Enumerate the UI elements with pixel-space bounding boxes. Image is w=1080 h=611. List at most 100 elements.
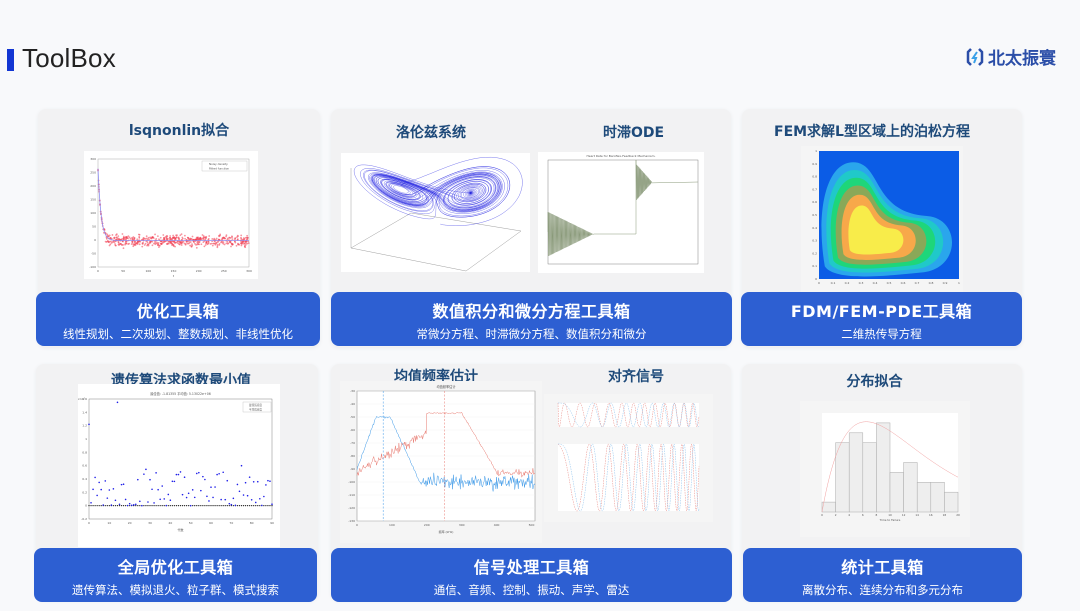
- x-tick-label: 0.7: [915, 281, 920, 285]
- x-axis-label: 代数: [177, 527, 183, 532]
- histogram-bar: [903, 462, 918, 513]
- histogram-bar: [876, 422, 891, 513]
- best-fitness-point: [232, 505, 234, 507]
- toolbox-banner-ode[interactable]: 数值积分和微分方程工具箱 常微分方程、时滞微分方程、数值积分和微分: [331, 292, 732, 346]
- mean-fitness-point: [222, 471, 224, 474]
- mean-fitness-point: [240, 464, 243, 467]
- histogram-bar: [930, 482, 945, 513]
- mean-fitness-point: [220, 498, 222, 501]
- mean-fitness-point: [132, 504, 135, 506]
- data-point: [210, 242, 213, 245]
- data-point: [221, 237, 224, 239]
- mean-fitness-point: [94, 476, 96, 479]
- mean-fitness-point: [228, 502, 231, 505]
- banner-title: 信号处理工具箱: [473, 558, 590, 577]
- data-point: [240, 236, 242, 239]
- plot-axes: [88, 398, 273, 520]
- x-tick-label: 0.8: [929, 281, 934, 285]
- best-fitness-point: [118, 505, 121, 507]
- histogram-bar: [889, 472, 904, 513]
- data-point: [246, 238, 249, 241]
- best-fitness-point: [242, 505, 245, 507]
- mean-fitness-point: [161, 485, 163, 487]
- best-fitness-point: [98, 505, 100, 507]
- banner-subtitle: 遗传算法、模拟退火、粒子群、模式搜索: [72, 583, 279, 597]
- data-point: [184, 237, 186, 240]
- toolbox-banner-optimization[interactable]: 优化工具箱 线性规划、二次规划、整数规划、非线性优化: [36, 292, 320, 346]
- data-point: [175, 236, 178, 239]
- mean-fitness-point: [212, 496, 214, 499]
- data-point: [147, 244, 150, 247]
- y-tick-label: 1.4: [82, 410, 87, 414]
- data-point: [131, 241, 134, 244]
- data-point: [174, 241, 176, 244]
- y-tick-label: -100: [348, 480, 355, 484]
- mean-fitness-point: [252, 480, 255, 483]
- y-tick-label: 0.8: [812, 175, 817, 179]
- best-fitness-point: [108, 505, 110, 507]
- toolbox-banner-global-opt[interactable]: 全局优化工具箱 遗传算法、模拟退火、粒子群、模式搜索: [34, 548, 317, 602]
- toolbox-banner-stats[interactable]: 统计工具箱 离散分布、连续分布和多元分布: [743, 548, 1022, 602]
- best-fitness-point: [169, 505, 171, 507]
- best-fitness-point: [200, 505, 202, 507]
- y-tick-label: 1.2: [82, 424, 87, 428]
- best-fitness-point: [244, 505, 247, 507]
- histogram-bar: [835, 442, 850, 513]
- best-fitness-point: [183, 505, 186, 507]
- x-tick-label: 300: [246, 269, 252, 273]
- best-fitness-point: [220, 505, 222, 507]
- best-fitness-point: [88, 505, 90, 507]
- y-tick-label: 1: [815, 149, 817, 153]
- x-tick-label: 0.2: [845, 281, 850, 285]
- x-tick-label: 0: [818, 281, 820, 285]
- data-point: [216, 245, 219, 247]
- mean-fitness-point: [114, 499, 117, 502]
- x-tick-label: 10: [888, 513, 892, 517]
- mean-fitness-point: [183, 476, 186, 479]
- banner-title: 数值积分和微分方程工具箱: [432, 302, 631, 321]
- y-tick-label: 1.6: [82, 397, 87, 401]
- data-point: [117, 235, 120, 238]
- data-point: [172, 245, 175, 247]
- data-point: [167, 237, 169, 240]
- mean-fitness-point: [112, 488, 115, 490]
- x-axis-label: Time to Failure: [879, 518, 901, 522]
- toolbox-banner-pde[interactable]: FDM/FEM-PDE工具箱 二维热传导方程: [741, 292, 1022, 346]
- banner-subtitle: 常微分方程、时滞微分方程、数值积分和微分: [416, 327, 647, 341]
- mean-fitness-point: [181, 493, 184, 496]
- plot-axes: [547, 159, 699, 265]
- data-point: [181, 236, 184, 239]
- x-tick-label: 0.6: [901, 281, 906, 285]
- y-tick-label: -120: [348, 506, 355, 510]
- banner-subtitle: 通信、音频、控制、振动、声学、雷达: [433, 583, 630, 597]
- data-point: [176, 234, 178, 237]
- mean-fitness-point: [173, 480, 176, 483]
- best-fitness-point: [116, 505, 119, 507]
- best-fitness-point: [129, 505, 131, 507]
- y-tick-label: 250: [90, 171, 96, 175]
- y-tick-label: -100: [89, 265, 96, 269]
- example-title: 洛伦兹系统: [396, 125, 466, 141]
- mean-fitness-point: [198, 471, 200, 474]
- best-fitness-point: [173, 505, 175, 507]
- data-point: [163, 236, 166, 239]
- mean-fitness-point: [163, 498, 166, 500]
- data-point: [133, 243, 136, 246]
- x-tick-label: 60: [209, 521, 213, 525]
- toolbox-banner-signal[interactable]: 信号处理工具箱 通信、音频、控制、振动、声学、雷达: [331, 548, 732, 602]
- best-fitness-point: [218, 505, 220, 507]
- data-point: [211, 238, 214, 240]
- legend-entry: Fitted function: [209, 167, 229, 171]
- y-tick-label: 150: [90, 198, 96, 202]
- data-point: [180, 244, 183, 246]
- mean-fitness-point: [238, 490, 241, 493]
- x-tick-label: 8: [876, 513, 878, 517]
- y-tick-label: 0.4: [82, 477, 87, 481]
- data-point: [202, 241, 205, 244]
- poisson-contour-plot: 1 0.9 0.8 0.7 0.6 0.5 0.4 0.3 0.2 0.1 0 0 0.1 0.2 0.3 0…: [801, 146, 963, 294]
- y-tick-label: 0.6: [812, 200, 817, 204]
- data-point: [151, 236, 154, 238]
- data-point: [246, 236, 249, 239]
- y-tick-label: 0.8: [82, 450, 87, 454]
- data-point: [141, 238, 144, 241]
